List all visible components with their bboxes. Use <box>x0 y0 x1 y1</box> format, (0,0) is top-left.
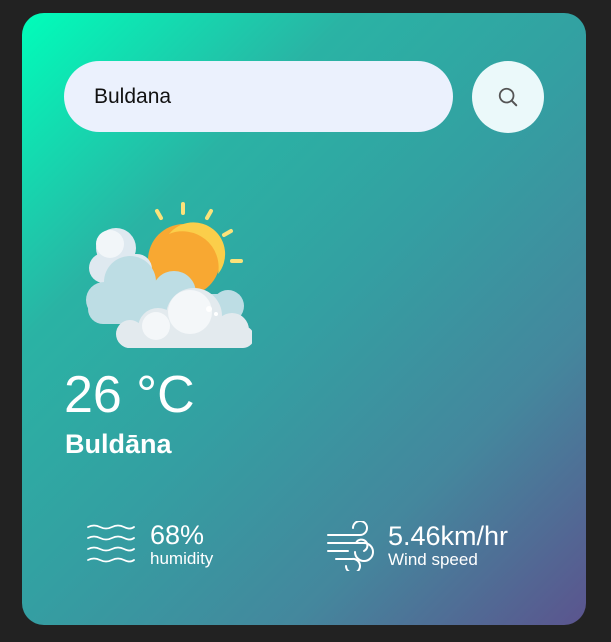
city-name: Buldāna <box>65 429 172 459</box>
humidity-waves-icon <box>87 524 135 563</box>
wind-detail: 5.46km/hr Wind speed <box>326 521 508 571</box>
wind-icon <box>327 521 374 571</box>
weather-card: 26 °C Buldāna 68% humidity <box>22 13 586 625</box>
temperature: 26 °C <box>64 366 195 424</box>
search-icon <box>498 87 518 107</box>
city-search-input[interactable] <box>64 61 453 132</box>
search-button[interactable] <box>472 61 544 133</box>
humidity-value: 68% <box>150 520 205 550</box>
wind-label: Wind speed <box>388 549 478 569</box>
humidity-label: humidity <box>150 549 214 569</box>
wind-value: 5.46km/hr <box>388 520 509 551</box>
humidity-detail: 68% humidity <box>86 521 213 570</box>
partly-cloudy-sun-icon <box>86 202 252 348</box>
